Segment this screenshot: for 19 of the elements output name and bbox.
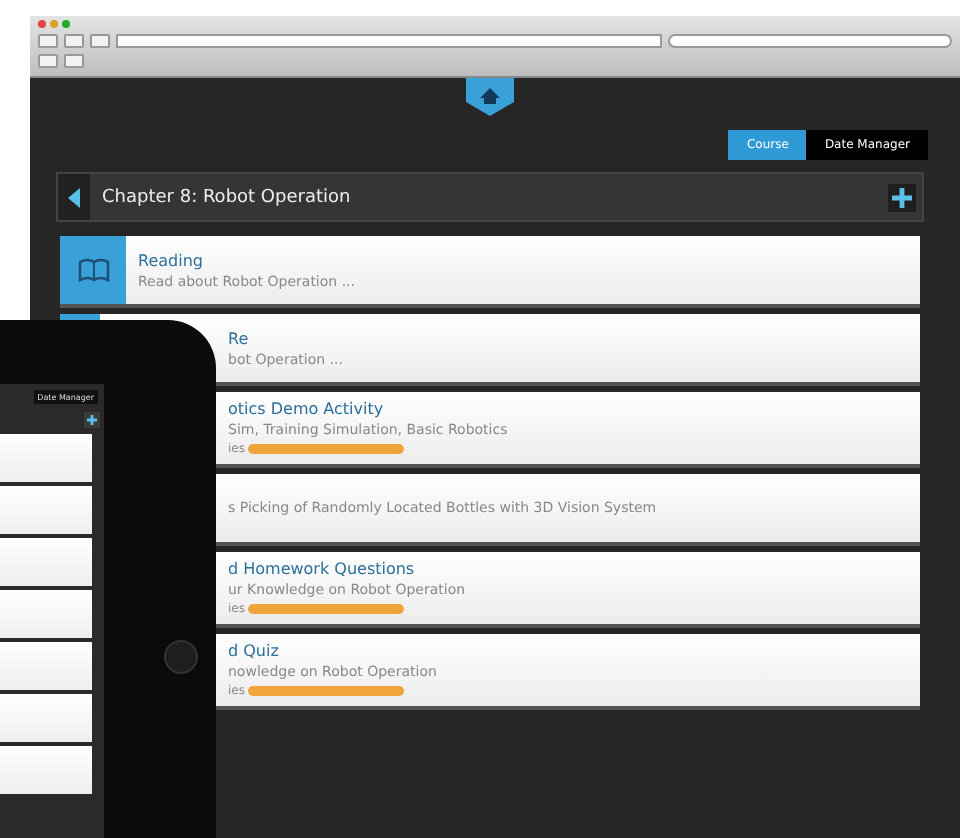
back-button[interactable] [38, 34, 58, 48]
reload-button[interactable] [90, 34, 110, 48]
home-icon[interactable] [466, 78, 514, 116]
forward-button[interactable] [64, 34, 84, 48]
lesson-title[interactable]: otics Demo Activity [228, 400, 508, 418]
sidebar-button[interactable] [64, 54, 84, 68]
lesson-title[interactable]: Re [228, 329, 343, 347]
lesson-title[interactable]: d Homework Questions [228, 560, 466, 578]
bookmarks-button[interactable] [38, 54, 58, 68]
back-arrow-icon[interactable] [66, 187, 82, 207]
home-button[interactable] [164, 640, 198, 674]
add-icon [84, 412, 100, 428]
book-icon [77, 258, 109, 282]
lesson-title[interactable]: Reading [138, 251, 355, 269]
lesson-title[interactable]: d Quiz [228, 642, 437, 660]
add-icon[interactable] [888, 183, 916, 211]
chapter-title: Chapter 8: Robot Operation [102, 187, 353, 207]
address-field[interactable] [116, 34, 662, 48]
search-field[interactable] [668, 34, 952, 48]
